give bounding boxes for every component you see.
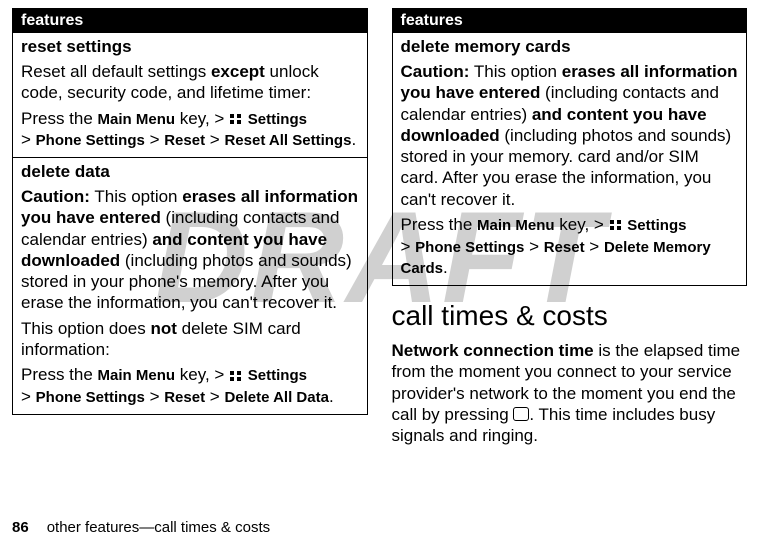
nav-settings: Settings <box>627 217 686 234</box>
delete-memory-cards-title: delete memory cards <box>393 33 747 59</box>
table-header-right: features <box>393 9 747 33</box>
sep: > <box>524 237 543 256</box>
delete-data-body: Caution: This option erases all informat… <box>13 184 367 414</box>
key-name: Main Menu <box>98 367 176 384</box>
settings-menu-icon <box>229 113 243 125</box>
features-table-left: features reset settings Reset all defaul… <box>12 8 368 415</box>
text: This option <box>469 62 561 81</box>
settings-menu-icon <box>229 370 243 382</box>
footer-text: other features—call times & costs <box>47 519 270 536</box>
delete-data-title: delete data <box>13 157 367 184</box>
period: . <box>329 387 334 406</box>
nav-reset: Reset <box>164 132 205 149</box>
text: key, > <box>555 215 609 234</box>
nav-phone-settings: Phone Settings <box>415 239 524 256</box>
reset-settings-body: Reset all default settings except unlock… <box>13 59 367 157</box>
sep: > <box>205 130 224 149</box>
text: This option <box>90 187 182 206</box>
caution-label: Caution: <box>21 187 90 206</box>
page-content: features reset settings Reset all defaul… <box>0 0 759 446</box>
key-name: Main Menu <box>98 111 176 128</box>
sep: > <box>585 237 604 256</box>
settings-menu-icon <box>609 219 623 231</box>
sep: > <box>145 387 164 406</box>
delete-memory-cards-body: Caution: This option erases all informat… <box>393 59 747 285</box>
text: key, > <box>175 365 229 384</box>
sep: > <box>205 387 224 406</box>
right-column: features delete memory cards Caution: Th… <box>392 8 748 446</box>
period: . <box>443 258 448 277</box>
nav-phone-settings: Phone Settings <box>36 389 145 406</box>
key-name: Main Menu <box>477 217 555 234</box>
sep: > <box>21 130 36 149</box>
text-bold: Network connection time <box>392 341 594 360</box>
text: This option does <box>21 319 150 338</box>
sep: > <box>145 130 164 149</box>
table-header-left: features <box>13 9 367 33</box>
features-table-right: features delete memory cards Caution: Th… <box>392 8 748 286</box>
text: Press the <box>401 215 478 234</box>
sep: > <box>401 237 416 256</box>
sep: > <box>21 387 36 406</box>
text: Press the <box>21 365 98 384</box>
caution-label: Caution: <box>401 62 470 81</box>
nav-settings: Settings <box>248 367 307 384</box>
end-call-key-icon <box>513 407 529 421</box>
text: Reset all default settings <box>21 62 211 81</box>
left-column: features reset settings Reset all defaul… <box>12 8 368 446</box>
text: Press the <box>21 109 98 128</box>
text-bold: not <box>150 319 176 338</box>
nav-reset-all: Reset All Settings <box>224 132 351 149</box>
nav-delete-all-data: Delete All Data <box>224 389 328 406</box>
text: key, > <box>175 109 229 128</box>
text-bold: except <box>211 62 265 81</box>
section-heading-call-times: call times & costs <box>392 300 748 332</box>
reset-settings-title: reset settings <box>13 33 367 59</box>
page-number: 86 <box>12 519 29 536</box>
nav-settings: Settings <box>248 111 307 128</box>
period: . <box>351 130 356 149</box>
nav-reset: Reset <box>164 389 205 406</box>
page-footer: 86 other features—call times & costs <box>12 519 270 536</box>
nav-reset: Reset <box>544 239 585 256</box>
nav-phone-settings: Phone Settings <box>36 132 145 149</box>
network-connection-paragraph: Network connection time is the elapsed t… <box>392 340 748 446</box>
